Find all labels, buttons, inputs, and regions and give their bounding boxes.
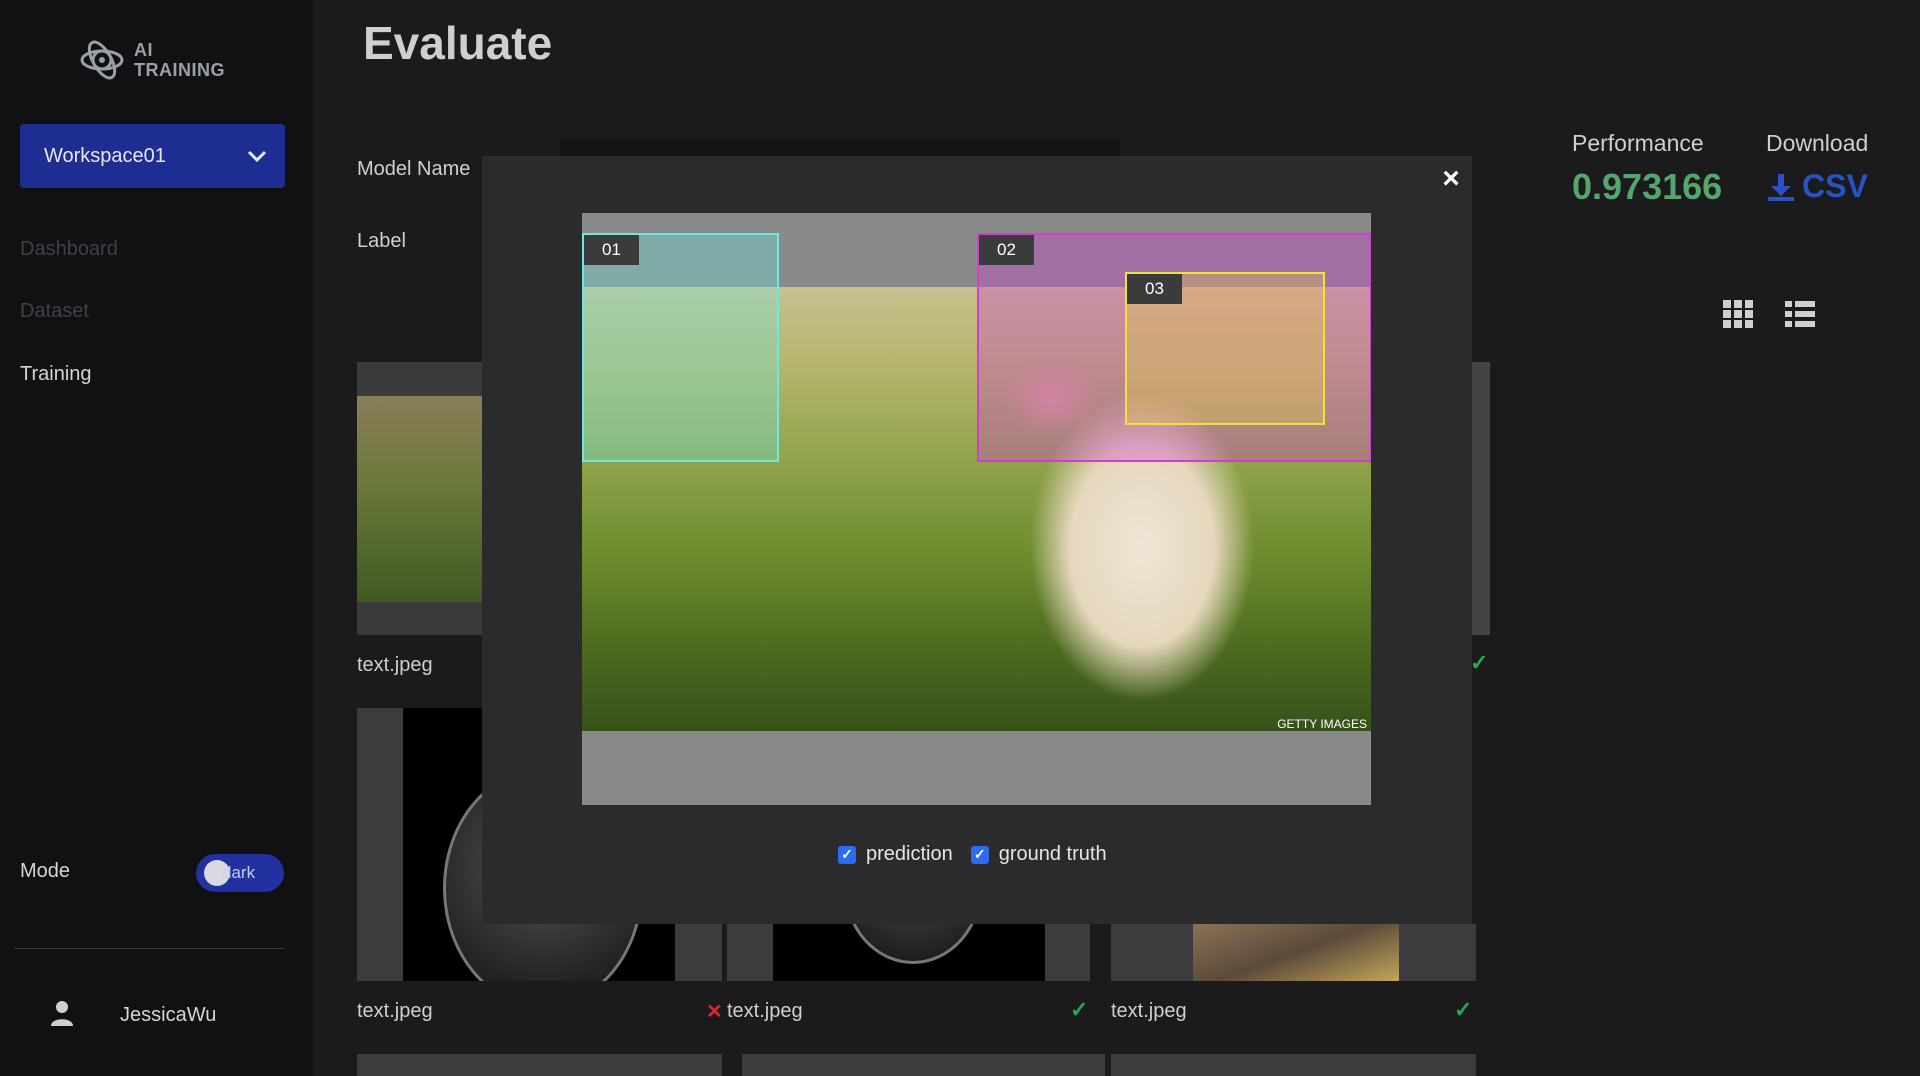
mode-toggle[interactable]: dark xyxy=(196,854,284,892)
logo-line-1: AI xyxy=(134,40,153,60)
user-icon xyxy=(51,1001,73,1026)
model-name-label: Model Name xyxy=(357,158,471,180)
performance-label: Performance xyxy=(1572,130,1704,156)
check-icon: ✓ xyxy=(1454,997,1473,1022)
mode-toggle-text: dark xyxy=(222,863,256,882)
gallery-tile[interactable] xyxy=(357,1054,722,1076)
sidebar-item-dataset[interactable]: Dataset xyxy=(20,300,89,323)
gallery-caption: text.jpeg xyxy=(727,1000,803,1022)
cross-icon: ✕ xyxy=(706,1001,723,1023)
prediction-label: prediction xyxy=(866,843,953,865)
tile-image xyxy=(1193,924,1399,981)
label-label: Label xyxy=(357,230,406,252)
workspace-label: Workspace01 xyxy=(44,144,166,167)
gallery-tile[interactable] xyxy=(357,362,491,635)
workspace-select[interactable]: Workspace01 xyxy=(20,124,285,188)
page-title: Evaluate xyxy=(363,17,553,69)
list-view-icon[interactable] xyxy=(1784,298,1816,330)
tile-image xyxy=(357,396,491,602)
sidebar-divider xyxy=(14,948,285,949)
check-icon: ✓ xyxy=(1070,997,1089,1022)
image-watermark: GETTY IMAGES xyxy=(1277,717,1367,731)
logo-icon xyxy=(80,40,124,80)
overlay-toggles: ✓ prediction ✓ ground truth xyxy=(838,843,1107,866)
ground-truth-checkbox[interactable]: ✓ xyxy=(970,845,989,864)
gallery-tile[interactable] xyxy=(1111,1054,1476,1076)
performance-value: 0.973166 xyxy=(1572,166,1723,207)
gallery-tile[interactable] xyxy=(727,924,1090,981)
sidebar-item-dashboard[interactable]: Dashboard xyxy=(20,238,118,261)
user-name[interactable]: JessicaWu xyxy=(120,1004,216,1027)
download-csv-label: CSV xyxy=(1802,168,1868,204)
tile-image xyxy=(773,924,1045,981)
image-viewer: GETTY IMAGES 01 02 03 xyxy=(582,213,1371,805)
gallery-caption: text.jpeg xyxy=(1111,1000,1187,1022)
sidebar: AI TRAINING Workspace01 Dashboard Datase… xyxy=(0,0,313,1076)
model-name-value-bar xyxy=(560,140,1120,156)
bounding-box-03[interactable]: 03 xyxy=(1125,272,1325,425)
download-csv-button[interactable]: CSV xyxy=(1766,168,1868,205)
prediction-checkbox[interactable]: ✓ xyxy=(838,845,856,864)
ground-truth-label: ground truth xyxy=(998,843,1107,865)
mode-label: Mode xyxy=(20,860,71,882)
download-icon xyxy=(1768,173,1794,201)
gallery-tile[interactable] xyxy=(1472,362,1490,635)
bbox-tag: 01 xyxy=(584,235,639,265)
check-icon: ✓ xyxy=(1470,650,1489,675)
close-icon[interactable]: × xyxy=(1436,164,1466,194)
download-label: Download xyxy=(1766,130,1869,156)
sidebar-item-training[interactable]: Training xyxy=(20,363,92,386)
chevron-down-icon xyxy=(247,150,267,163)
bbox-tag: 03 xyxy=(1127,274,1182,304)
grid-view-icon[interactable] xyxy=(1722,298,1754,330)
logo-line-2: TRAINING xyxy=(134,60,225,80)
app-logo[interactable]: AI TRAINING xyxy=(78,36,225,84)
gallery-caption: text.jpeg xyxy=(357,1000,433,1022)
gallery-caption: text.jpeg xyxy=(357,654,433,676)
bbox-tag: 02 xyxy=(979,235,1034,265)
gallery-tile[interactable] xyxy=(1111,924,1476,981)
gallery-tile[interactable] xyxy=(742,1054,1105,1076)
bounding-box-01[interactable]: 01 xyxy=(582,233,779,462)
